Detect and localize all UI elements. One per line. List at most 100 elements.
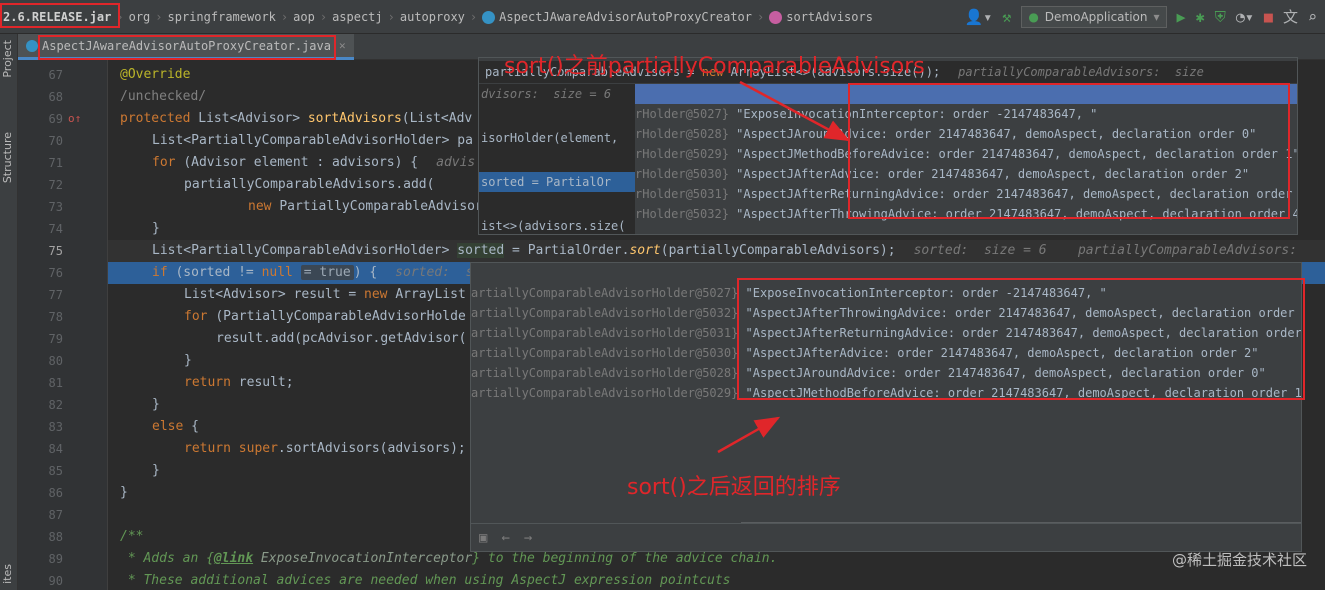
structure-tool-window-button[interactable]: Structure — [1, 132, 14, 183]
spring-boot-icon: ● — [1028, 10, 1039, 24]
keyword: return super — [184, 441, 278, 456]
debug-inline-hint: advis — [436, 155, 476, 170]
line-number: 81 — [48, 376, 63, 390]
line-number: 83 — [48, 420, 63, 434]
statement: .sortAdvisors(advisors); — [277, 441, 466, 456]
underlay-fragment: ist<>(advisors.size( — [481, 219, 626, 233]
chevron-right-icon: › — [280, 9, 289, 24]
user-icon[interactable]: 👤▾ — [965, 9, 993, 25]
keyword: new — [248, 199, 280, 214]
line-number: 89 — [48, 552, 63, 566]
breadcrumb-method-label: sortAdvisors — [786, 9, 873, 24]
line-number: 76 — [48, 266, 63, 280]
brace: } — [120, 485, 128, 500]
breadcrumb-package-aop[interactable]: aop — [290, 10, 318, 24]
object-ref: artiallyComparableAdvisorHolder@5030} — [471, 346, 739, 360]
underlay-fragment: sorted = PartialOr — [479, 172, 635, 192]
line-number: 87 — [48, 508, 63, 522]
method-name: sort — [629, 243, 661, 258]
breadcrumb-method[interactable]: sortAdvisors — [766, 10, 876, 24]
statement: List<PartiallyComparableAdvisorHolder> p… — [152, 133, 473, 148]
override-marker-icon[interactable]: o↑ — [68, 108, 81, 130]
code-line-75: List<PartiallyComparableAdvisorHolder> s… — [108, 240, 1325, 262]
profile-icon[interactable]: ◔▾ — [1236, 9, 1254, 25]
line-number: 71 — [48, 156, 63, 170]
annotation-box-before-values — [848, 83, 1290, 219]
chevron-right-icon: › — [155, 9, 163, 24]
statement: List<Advisor> result = — [184, 287, 365, 302]
keyword: for — [152, 155, 184, 170]
variable-sorted: sorted — [457, 243, 505, 258]
object-ref: rHolder@5029} — [635, 147, 729, 161]
coverage-icon[interactable]: ⛨ — [1215, 9, 1226, 25]
popup-before-underlay: dvisors: size = 6 isorHolder(element, so… — [479, 84, 635, 234]
line-number: 88 — [48, 530, 63, 544]
run-icon[interactable]: ▶ — [1177, 9, 1186, 25]
keyword: protected — [120, 111, 199, 126]
object-ref: artiallyComparableAdvisorHolder@5027} — [471, 286, 739, 300]
object-ref: rHolder@5031} — [635, 187, 729, 201]
favorites-tool-window-button[interactable]: ites — [1, 564, 14, 584]
project-tool-window-button[interactable]: Project — [1, 40, 14, 78]
navigation-bar: 2.6.RELEASE.jar › org › springframework … — [0, 0, 1325, 34]
back-arrow-icon[interactable]: ← — [501, 530, 509, 546]
pin-icon[interactable]: ▣ — [479, 530, 487, 546]
run-configuration-label: DemoApplication — [1044, 10, 1148, 24]
breadcrumb-package-autoproxy[interactable]: autoproxy — [397, 10, 468, 24]
javadoc-link-ref[interactable]: ExposeInvocationInterceptor — [253, 551, 472, 566]
method-name: sortAdvisors — [307, 111, 402, 126]
search-icon[interactable]: ⌕ — [1308, 9, 1317, 25]
line-number: 68 — [48, 90, 63, 104]
line-number: 80 — [48, 354, 63, 368]
statement: (partiallyComparableAdvisors); — [660, 243, 896, 258]
line-number: 69 — [48, 112, 63, 126]
stop-icon[interactable]: ■ — [1264, 9, 1273, 25]
method-icon — [769, 10, 783, 24]
class-icon — [482, 10, 496, 24]
statement: (PartiallyComparableAdvisorHolde — [215, 309, 466, 324]
object-ref: artiallyComparableAdvisorHolder@5031} — [471, 326, 739, 340]
line-number: 85 — [48, 464, 63, 478]
underlay-fragment: isorHolder(element, — [481, 131, 619, 145]
breadcrumb-package-org[interactable]: org — [126, 10, 154, 24]
line-number: 84 — [48, 442, 63, 456]
code-line-90: * These additional advices are needed wh… — [108, 570, 1325, 590]
chevron-right-icon: › — [387, 9, 395, 24]
toolbar-right: 👤▾ ⚒ ● DemoApplication ▾ ▶ ✱ ⛨ ◔▾ ■ 文 ⌕ — [965, 0, 1325, 34]
statement: result; — [238, 375, 294, 390]
chevron-right-icon: › — [319, 9, 328, 24]
line-number: 86 — [48, 486, 63, 500]
keyword: if — [152, 265, 176, 280]
keyword: new — [364, 287, 396, 302]
inline-value-chip: = true — [300, 265, 354, 280]
type: List<PartiallyComparableAdvisorHolder> — [152, 243, 458, 258]
translate-icon[interactable]: 文 — [1283, 9, 1298, 25]
line-number: 73 — [48, 200, 63, 214]
statement: (Advisor element : advisors) { — [183, 155, 419, 170]
line-number: 74 — [48, 222, 63, 236]
statement: ArrayList — [395, 287, 466, 302]
chevron-right-icon: › — [469, 9, 478, 24]
type: List<Advisor> — [198, 111, 308, 126]
brace: { — [191, 419, 199, 434]
line-number: 79 — [48, 332, 63, 346]
run-configuration-select[interactable]: ● DemoApplication ▾ — [1021, 6, 1167, 28]
statement: ) { — [353, 265, 378, 280]
statement: partiallyComparableAdvisors.add( — [184, 177, 435, 192]
breadcrumb-class[interactable]: AspectJAwareAdvisorAutoProxyCreator — [479, 10, 755, 24]
forward-arrow-icon[interactable]: → — [524, 530, 532, 546]
debug-icon[interactable]: ✱ — [1196, 9, 1205, 25]
breadcrumb-package-aspectj[interactable]: aspectj — [329, 10, 386, 24]
close-icon[interactable]: ✕ — [339, 39, 346, 52]
hammer-icon[interactable]: ⚒ — [1002, 9, 1011, 25]
line-number: 82 — [48, 398, 63, 412]
object-ref: rHolder@5032} — [635, 207, 729, 221]
brace: } — [152, 397, 160, 412]
object-ref: artiallyComparableAdvisorHolder@5032} — [471, 306, 739, 320]
object-ref: artiallyComparableAdvisorHolder@5028} — [471, 366, 739, 380]
object-ref: rHolder@5027} — [635, 107, 729, 121]
annotation-box-tab — [38, 35, 336, 60]
object-ref: rHolder@5030} — [635, 167, 729, 181]
object-ref: rHolder@5028} — [635, 127, 729, 141]
breadcrumb-package-springframework[interactable]: springframework — [165, 10, 279, 24]
